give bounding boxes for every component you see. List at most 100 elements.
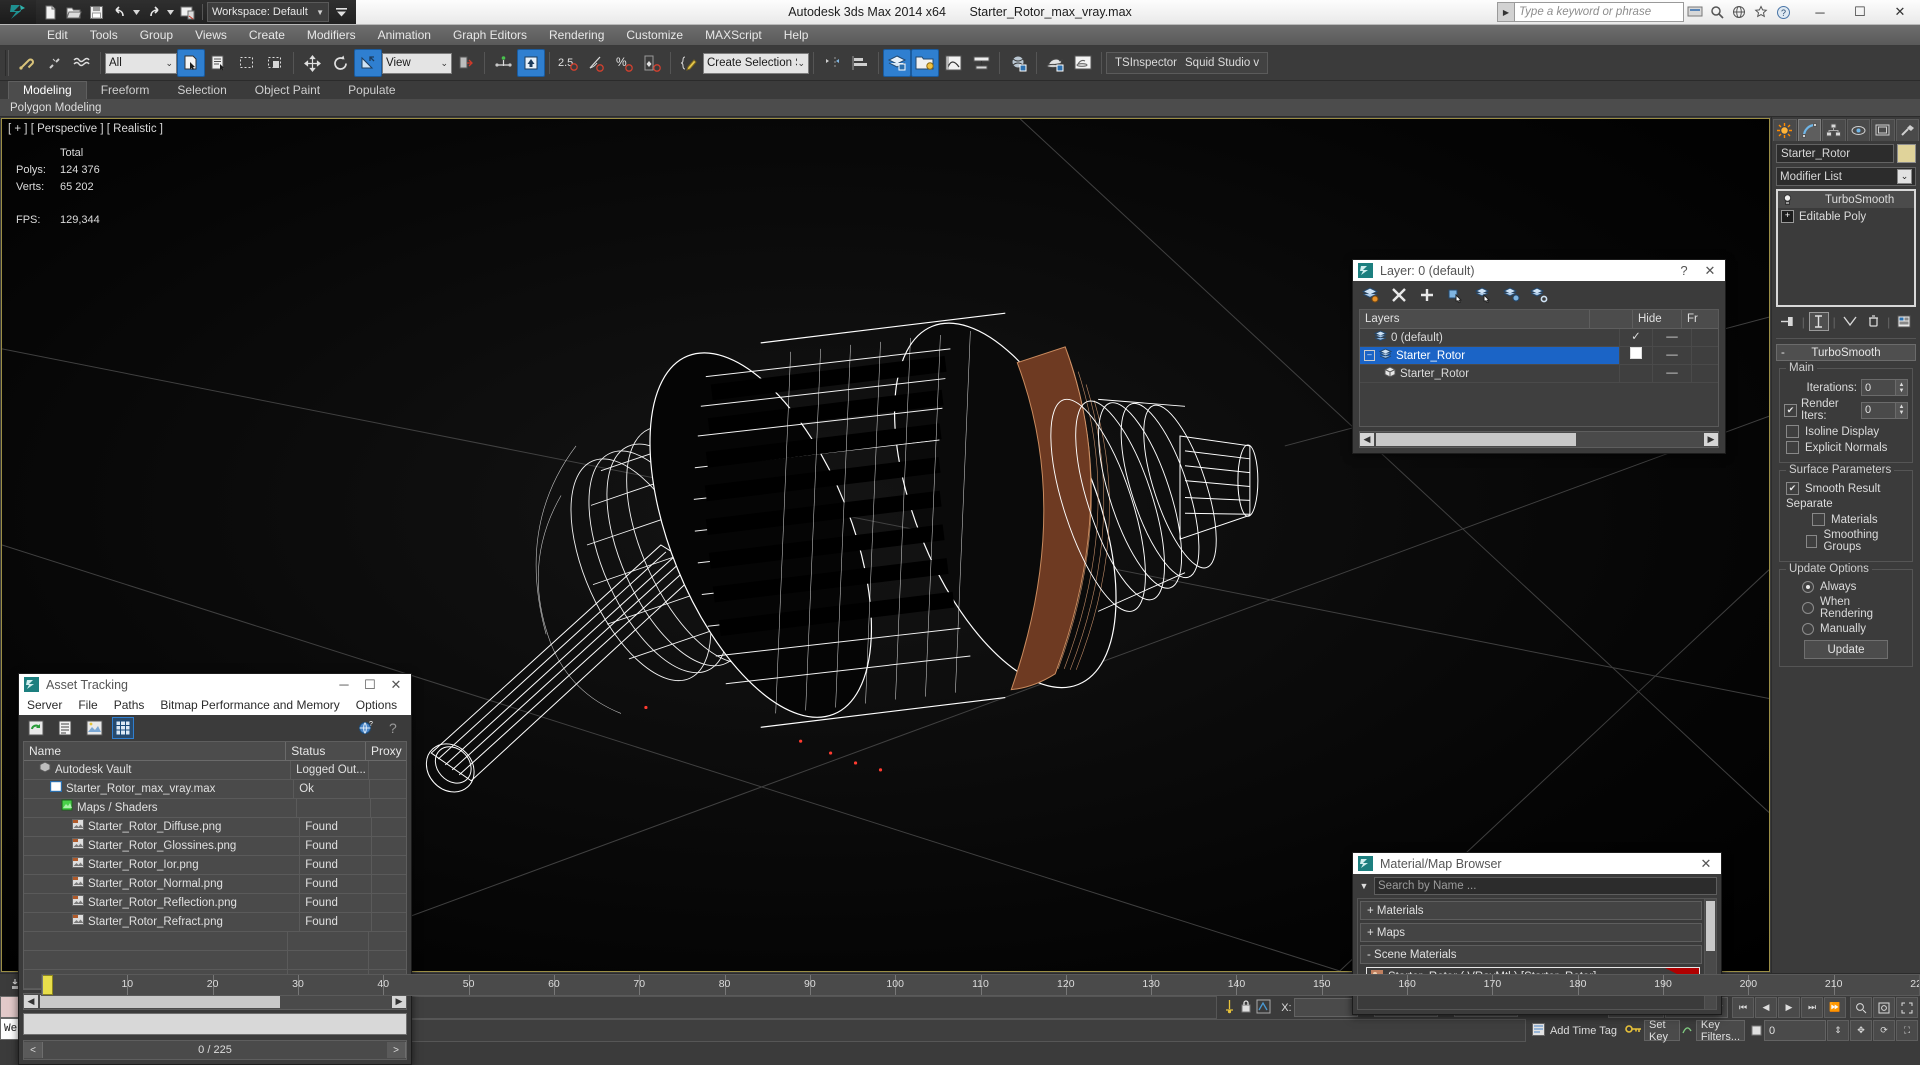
render-iters-spin-arrows[interactable]: ▲ ▼: [1896, 401, 1908, 419]
reference-coordinate-combo[interactable]: View ⌄: [382, 52, 452, 74]
asset-name-cell[interactable]: Starter_Rotor_Diffuse.png: [24, 818, 301, 836]
asset-name-cell[interactable]: Autodesk Vault: [24, 761, 292, 779]
layer-name-cell[interactable]: – Starter_Rotor: [1360, 347, 1619, 364]
help-question-icon[interactable]: ?: [383, 717, 405, 739]
layer-properties-icon[interactable]: [1529, 285, 1549, 305]
asset-menu-bitmap-performance-and-memory[interactable]: Bitmap Performance and Memory: [152, 695, 347, 715]
material-search-input[interactable]: Search by Name ...: [1374, 877, 1717, 895]
search-icon[interactable]: [1706, 1, 1728, 23]
layer-active-cell[interactable]: ✓: [1619, 329, 1652, 346]
material-editor-icon[interactable]: [1004, 49, 1032, 77]
asset-row[interactable]: [24, 932, 406, 951]
asset-row[interactable]: Maps / Shaders: [24, 799, 406, 818]
close-button[interactable]: ✕: [1693, 853, 1719, 874]
layer-row[interactable]: – Starter_Rotor —: [1360, 347, 1718, 365]
toolbar-grip[interactable]: [5, 50, 9, 76]
app-logo-icon[interactable]: [0, 0, 36, 24]
asset-name-cell[interactable]: [24, 932, 289, 950]
select-link-icon[interactable]: [12, 49, 40, 77]
modifier-stack[interactable]: TurboSmooth + Editable Poly: [1776, 189, 1916, 307]
keyword-dropdown-icon[interactable]: ▶: [1497, 2, 1514, 22]
asset-row[interactable]: Starter_Rotor_Ior.png Found: [24, 856, 406, 875]
material-window-titlebar[interactable]: Material/Map Browser ✕: [1353, 853, 1721, 874]
selection-filter-combo[interactable]: All ⌄: [105, 52, 177, 74]
orbit-icon[interactable]: ⟳: [1873, 1020, 1895, 1041]
communication-center-icon[interactable]: [1684, 1, 1706, 23]
filter-dropdown-icon[interactable]: ▼: [1357, 879, 1371, 893]
tab-display[interactable]: [1871, 119, 1895, 141]
layer-explorer-window[interactable]: Layer: 0 (default) ? ✕ Layers Hide Fr 0 …: [1352, 259, 1726, 454]
asset-name-cell[interactable]: Starter_Rotor_Reflection.png: [24, 894, 301, 912]
zoom-icon[interactable]: [1850, 997, 1872, 1018]
select-object-button[interactable]: [177, 49, 205, 77]
list-view-icon[interactable]: [54, 717, 76, 739]
layer-name-cell[interactable]: Starter_Rotor: [1360, 365, 1619, 382]
menu-item-rendering[interactable]: Rendering: [538, 25, 615, 45]
separate-materials-checkbox[interactable]: [1812, 513, 1825, 526]
use-selection-center-icon[interactable]: [489, 49, 517, 77]
previous-frame-button[interactable]: ◀: [1755, 997, 1777, 1018]
smooth-result-row[interactable]: ✔ Smooth Result: [1786, 482, 1906, 495]
current-frame-field[interactable]: 0: [1764, 1020, 1826, 1041]
add-layer-icon[interactable]: [1417, 285, 1437, 305]
schematic-view-icon[interactable]: [967, 49, 995, 77]
layer-hide-cell[interactable]: —: [1652, 365, 1691, 382]
align-icon[interactable]: [846, 49, 874, 77]
key-icon[interactable]: [1625, 1022, 1643, 1039]
tab-motion[interactable]: [1846, 119, 1870, 141]
render-iters-spinner[interactable]: 0 ▲ ▼: [1861, 401, 1908, 419]
absolute-relative-icon[interactable]: [1256, 999, 1271, 1017]
asset-table[interactable]: Name Status Proxy Autodesk Vault Logged O…: [23, 741, 407, 990]
radio-manually[interactable]: [1802, 623, 1814, 635]
scroll-right-button[interactable]: ▶: [392, 995, 406, 1008]
menu-item-help[interactable]: Help: [773, 25, 820, 45]
close-button[interactable]: ✕: [1880, 0, 1920, 24]
asset-name-cell[interactable]: Starter_Rotor_Refract.png: [24, 913, 301, 931]
key-filter-icon[interactable]: [1681, 1022, 1695, 1039]
asset-row[interactable]: Starter_Rotor_max_vray.max Ok: [24, 780, 406, 799]
render-setup-icon[interactable]: [1041, 49, 1069, 77]
asset-row[interactable]: [24, 951, 406, 970]
modifier-stack-item[interactable]: TurboSmooth: [1778, 191, 1914, 208]
pan-icon[interactable]: ✥: [1850, 1020, 1872, 1041]
select-and-manipulate-icon[interactable]: [517, 49, 545, 77]
smooth-result-checkbox[interactable]: ✔: [1786, 482, 1799, 495]
scroll-thumb[interactable]: [40, 995, 280, 1008]
menu-item-create[interactable]: Create: [238, 25, 296, 45]
unlink-icon[interactable]: [40, 49, 68, 77]
time-slider-handle[interactable]: [42, 975, 53, 995]
section-materials[interactable]: + Materials: [1360, 901, 1702, 920]
open-file-icon[interactable]: [63, 2, 84, 22]
asset-name-cell[interactable]: Maps / Shaders: [24, 799, 298, 817]
refresh-icon[interactable]: [25, 717, 47, 739]
expand-collapse-icon[interactable]: –: [1364, 350, 1375, 361]
update-option-manually[interactable]: Manually: [1786, 623, 1906, 635]
select-by-name-icon[interactable]: [205, 49, 233, 77]
zoom-all-icon[interactable]: [1873, 997, 1895, 1018]
ribbon-tab-freeform[interactable]: Freeform: [87, 82, 164, 99]
edit-named-selection-sets-icon[interactable]: [675, 49, 703, 77]
layer-hscrollbar[interactable]: ◀ ▶: [1359, 431, 1719, 448]
layer-row[interactable]: Starter_Rotor —: [1360, 365, 1718, 383]
key-filters-button[interactable]: Key Filters...: [1695, 1019, 1745, 1043]
ribbon-tab-selection[interactable]: Selection: [163, 82, 240, 99]
asset-row[interactable]: Autodesk Vault Logged Out...: [24, 761, 406, 780]
bitmap-view-icon[interactable]: [83, 717, 105, 739]
update-option-always[interactable]: Always: [1786, 581, 1906, 593]
curve-editor-icon[interactable]: [939, 49, 967, 77]
rollout-collapse-toggle[interactable]: -: [1781, 347, 1785, 359]
render-iters-checkbox[interactable]: ✔: [1784, 403, 1797, 417]
layer-row[interactable]: 0 (default) ✓ —: [1360, 329, 1718, 347]
asset-name-cell[interactable]: Starter_Rotor_max_vray.max: [24, 780, 295, 798]
show-end-result-icon[interactable]: [1808, 312, 1829, 331]
modifier-stack-item[interactable]: + Editable Poly: [1778, 208, 1914, 225]
menu-item-tools[interactable]: Tools: [79, 25, 129, 45]
delete-highlighted-layer-icon[interactable]: [1361, 285, 1381, 305]
tab-utilities[interactable]: [1895, 119, 1919, 141]
menu-item-maxscript[interactable]: MAXScript: [694, 25, 773, 45]
asset-name-cell[interactable]: [24, 951, 289, 969]
remove-modifier-icon[interactable]: [1863, 312, 1883, 331]
redo-icon[interactable]: [143, 2, 164, 22]
select-and-scale-icon[interactable]: [354, 49, 382, 77]
asset-path-field[interactable]: [23, 1013, 407, 1035]
